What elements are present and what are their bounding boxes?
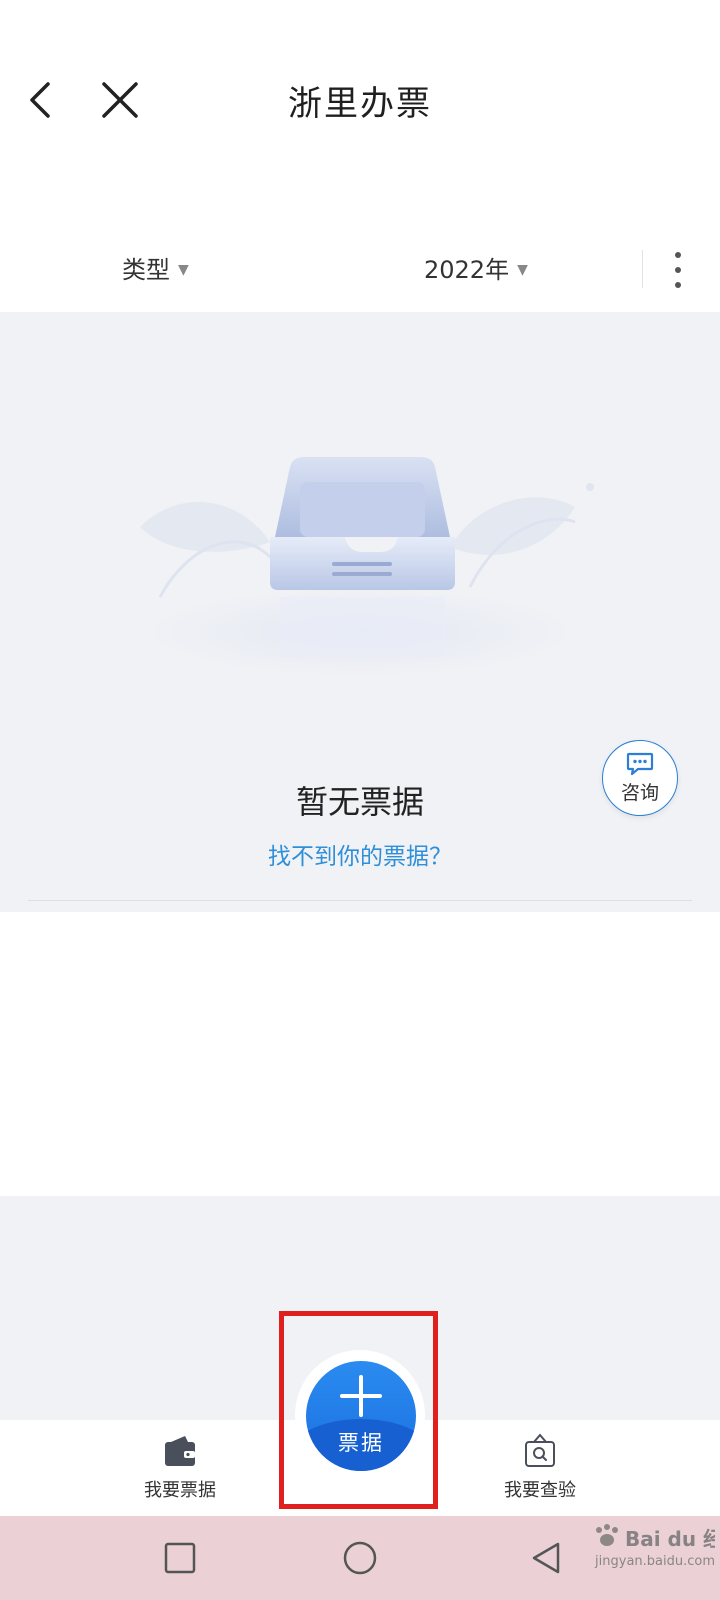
tab-my-receipts[interactable]: 我要票据 xyxy=(100,1432,260,1502)
year-filter-dropdown[interactable]: 2022年 ▼ xyxy=(424,250,528,285)
divider xyxy=(28,900,692,901)
chat-bubble-icon xyxy=(626,752,654,775)
tab-inspect-label: 我要查验 xyxy=(504,1480,576,1501)
type-filter-label: 类型 xyxy=(122,256,170,284)
plus-icon xyxy=(340,1375,382,1417)
baidu-paw-logo: Bai du 经验 xyxy=(596,1524,720,1551)
year-filter-label: 2022年 xyxy=(424,256,510,284)
type-filter-dropdown[interactable]: 类型 ▼ xyxy=(122,250,189,285)
add-receipt-button[interactable]: 票据 xyxy=(306,1361,416,1471)
add-receipt-label: 票据 xyxy=(338,1431,384,1455)
inspect-icon xyxy=(525,1433,555,1467)
filter-divider xyxy=(642,250,643,288)
caret-down-icon: ▼ xyxy=(517,261,528,278)
empty-inbox-illustration xyxy=(140,457,594,677)
consult-button[interactable]: 咨询 xyxy=(602,740,678,816)
watermark-url: jingyan.baidu.com xyxy=(595,1554,715,1569)
page-title: 浙里办票 xyxy=(288,84,432,124)
content-spacer xyxy=(0,912,720,1196)
recents-button[interactable] xyxy=(158,1536,202,1580)
baidu-watermark: Bai du 经验 jingyan.baidu.com xyxy=(585,1520,720,1590)
app-header: 浙里办票 xyxy=(0,0,720,200)
empty-state-panel: 暂无票据 找不到你的票据？ xyxy=(0,312,720,912)
circle-icon xyxy=(343,1541,377,1575)
caret-down-icon: ▼ xyxy=(178,261,189,278)
cannot-find-receipt-link[interactable]: 找不到你的票据？ xyxy=(0,837,720,871)
wallet-icon xyxy=(165,1436,195,1466)
tab-my-receipts-label: 我要票据 xyxy=(144,1480,216,1501)
triangle-back-icon xyxy=(532,1542,560,1574)
svg-text:Bai du 经验: Bai du 经验 xyxy=(625,1527,715,1551)
more-vertical-icon[interactable] xyxy=(664,248,692,292)
system-back-button[interactable] xyxy=(526,1536,570,1580)
tab-inspect[interactable]: 我要查验 xyxy=(460,1432,620,1502)
filter-bar: 类型 ▼ 2022年 ▼ xyxy=(0,230,720,312)
square-icon xyxy=(164,1542,196,1574)
home-button[interactable] xyxy=(338,1536,382,1580)
consult-label: 咨询 xyxy=(620,781,659,804)
